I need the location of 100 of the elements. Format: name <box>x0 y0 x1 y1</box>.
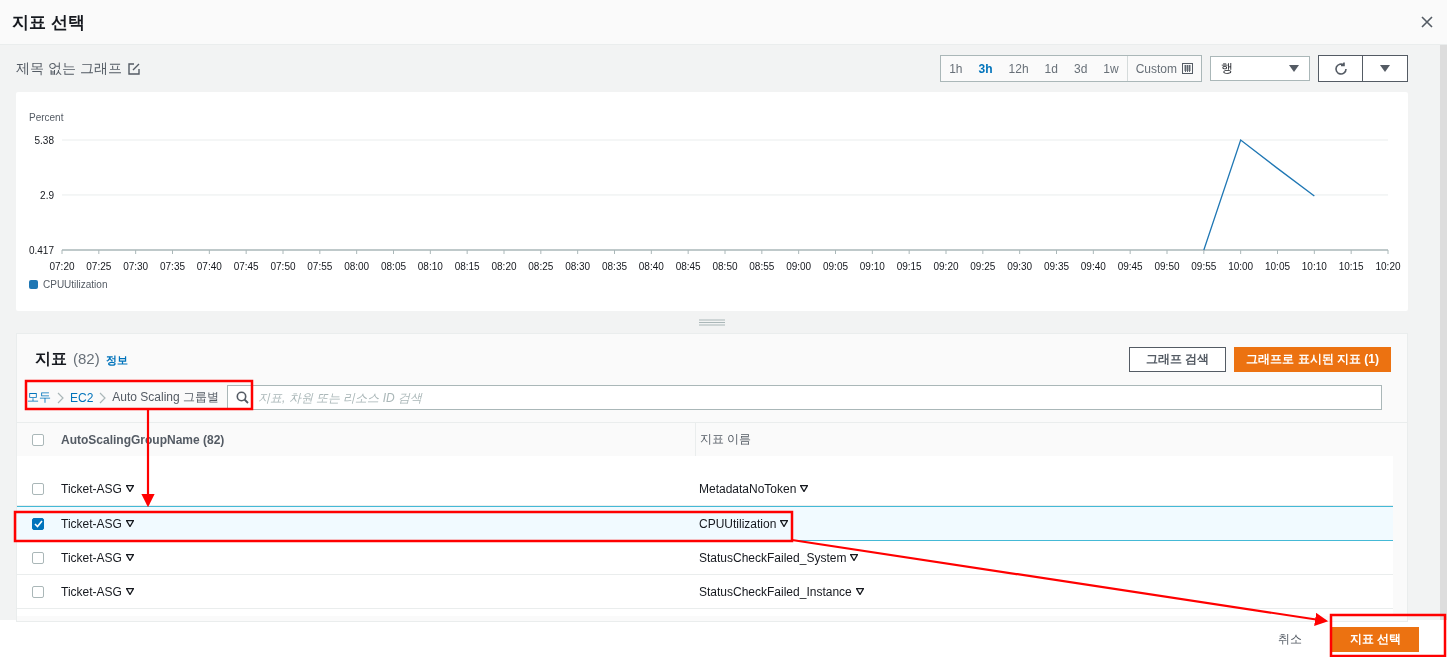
time-range-option[interactable]: 1d <box>1036 56 1066 81</box>
x-tick-label: 08:35 <box>602 261 627 272</box>
filter-triangle-icon[interactable] <box>800 485 809 492</box>
x-tick-label: 09:15 <box>896 261 922 272</box>
filter-triangle-icon[interactable] <box>125 520 134 527</box>
chevron-icon <box>57 391 64 404</box>
x-tick-label: 09:40 <box>1080 261 1106 272</box>
dialog-title: 지표 선택 <box>12 11 85 34</box>
graph-title: 제목 없는 그래프 <box>16 59 122 78</box>
y-tick-label: 0.417 <box>28 245 54 256</box>
x-tick-label: 07:50 <box>270 261 296 272</box>
x-tick-label: 09:25 <box>970 261 996 272</box>
breadcrumb-link[interactable]: 모두 <box>27 389 51 406</box>
x-tick-label: 07:35 <box>160 261 185 272</box>
time-range-option[interactable]: 1w <box>1095 56 1127 81</box>
x-tick-label: 07:30 <box>123 261 149 272</box>
x-tick-label: 10:05 <box>1265 261 1290 272</box>
refresh-options-button[interactable] <box>1363 55 1408 82</box>
y-tick-label: 5.38 <box>34 135 54 146</box>
refresh-icon <box>1333 61 1348 76</box>
x-tick-label: 08:00 <box>344 261 370 272</box>
breadcrumb-link[interactable]: EC2 <box>70 390 94 405</box>
search-icon <box>236 391 250 404</box>
x-tick-label: 09:45 <box>1117 261 1143 272</box>
x-tick-label: 07:20 <box>49 261 75 272</box>
x-tick-label: 07:55 <box>307 261 333 272</box>
x-tick-label: 08:10 <box>417 261 443 272</box>
x-tick-label: 09:30 <box>1007 261 1033 272</box>
x-tick-label: 09:10 <box>859 261 885 272</box>
chevron-icon <box>99 391 107 404</box>
table-cell: Ticket-ASG <box>61 516 122 531</box>
x-tick-label: 09:00 <box>786 261 812 272</box>
x-tick-label: 08:05 <box>381 261 406 272</box>
caret-icon <box>1289 64 1299 73</box>
table-row[interactable]: Ticket-ASG StatusCheckFailed_System <box>17 541 1393 575</box>
row-checkbox[interactable] <box>32 551 44 564</box>
calendar-icon <box>1182 63 1193 74</box>
table-row[interactable]: Ticket-ASG CPUUtilization <box>17 506 1393 541</box>
x-tick-label: 09:05 <box>823 261 848 272</box>
x-tick-label: 08:45 <box>675 261 701 272</box>
table-cell: CPUUtilization <box>699 516 777 531</box>
caret-icon <box>1380 64 1390 73</box>
filter-triangle-icon[interactable] <box>850 554 859 561</box>
breadcrumb-current: Auto Scaling 그룹별 <box>112 389 220 406</box>
resize-handle-icon[interactable] <box>699 318 725 326</box>
x-tick-label: 10:20 <box>1375 261 1401 272</box>
table-cell: Ticket-ASG <box>61 584 122 599</box>
table-cell: MetadataNoToken <box>699 481 797 496</box>
legend-swatch <box>29 280 38 289</box>
x-tick-label: 09:20 <box>933 261 959 272</box>
x-tick-label: 08:25 <box>528 261 554 272</box>
filter-triangle-icon[interactable] <box>855 588 864 595</box>
row-checkbox[interactable] <box>32 585 44 598</box>
cancel-button[interactable]: 취소 <box>1271 629 1308 649</box>
x-tick-label: 10:00 <box>1228 261 1254 272</box>
x-tick-label: 08:50 <box>712 261 738 272</box>
info-link[interactable]: 정보 <box>105 352 128 368</box>
legend-label[interactable]: CPUUtilization <box>43 279 108 290</box>
column-header[interactable]: 지표 이름 <box>700 431 752 448</box>
filter-triangle-icon[interactable] <box>780 520 789 527</box>
filter-triangle-icon[interactable] <box>125 554 134 561</box>
x-tick-label: 10:15 <box>1338 261 1364 272</box>
x-tick-label: 09:35 <box>1044 261 1069 272</box>
x-tick-label: 07:40 <box>196 261 222 272</box>
x-tick-label: 09:55 <box>1191 261 1217 272</box>
y-axis-label: Percent <box>29 112 64 123</box>
time-range-option[interactable]: 1h <box>941 56 971 81</box>
table-row[interactable]: Ticket-ASG StatusCheckFailed_Instance <box>17 575 1393 609</box>
x-tick-label: 08:15 <box>454 261 480 272</box>
panel-title: 지표 <box>35 348 67 369</box>
filter-triangle-icon[interactable] <box>125 588 134 595</box>
y-tick-label: 2.9 <box>40 189 54 201</box>
select-all-checkbox[interactable] <box>32 433 44 446</box>
time-range-option[interactable]: 3h <box>970 56 1001 81</box>
time-range-option[interactable]: 3d <box>1065 56 1096 81</box>
filter-triangle-icon[interactable] <box>125 485 134 492</box>
search-field[interactable]: 지표, 차원 또는 리소스 ID 검색 <box>227 385 1382 410</box>
table-cell: StatusCheckFailed_Instance <box>699 584 852 599</box>
row-checkbox[interactable] <box>32 482 44 495</box>
close-icon[interactable] <box>1419 14 1435 30</box>
metric-count: (82) <box>73 349 100 367</box>
x-tick-label: 08:55 <box>749 261 775 272</box>
x-tick-label: 10:10 <box>1301 261 1327 272</box>
table-cell: StatusCheckFailed_System <box>699 550 847 565</box>
x-tick-label: 07:45 <box>233 261 259 272</box>
edit-icon[interactable] <box>127 62 140 75</box>
x-tick-label: 07:25 <box>86 261 112 272</box>
view-dropdown[interactable]: 행 <box>1210 56 1310 81</box>
time-range-option[interactable]: 12h <box>1000 56 1037 81</box>
custom-range-button[interactable]: Custom <box>1126 56 1201 81</box>
x-tick-label: 08:30 <box>565 261 591 272</box>
refresh-button[interactable] <box>1318 55 1363 82</box>
submit-button[interactable]: 지표 선택 <box>1331 626 1419 652</box>
x-tick-label: 08:20 <box>491 261 517 272</box>
x-tick-label: 09:50 <box>1154 261 1180 272</box>
table-cell: Ticket-ASG <box>61 550 122 565</box>
graphed-metrics-button[interactable]: 그래프로 표시된 지표 (1) <box>1234 346 1391 372</box>
row-checkbox[interactable] <box>32 517 44 530</box>
graph-search-button[interactable]: 그래프 검색 <box>1129 346 1227 372</box>
table-cell: Ticket-ASG <box>61 481 122 496</box>
